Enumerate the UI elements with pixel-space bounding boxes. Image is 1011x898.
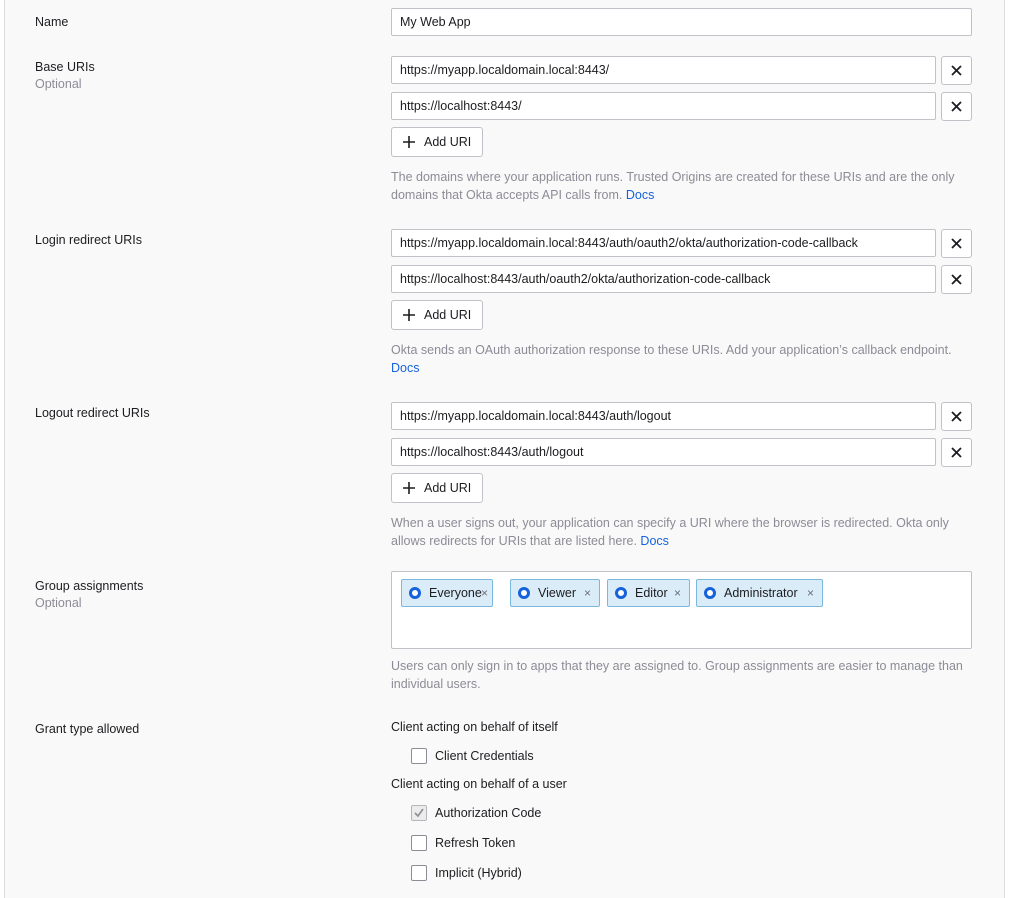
login-redirect-input-2[interactable]: https://localhost:8443/auth/oauth2/okta/…: [391, 265, 936, 293]
base-uris-help: The domains where your application runs.…: [391, 168, 976, 204]
base-uris-help-text: The domains where your application runs.…: [391, 170, 955, 202]
close-icon: [951, 274, 962, 285]
group-ring-icon: [409, 587, 421, 599]
logout-redirect-label: Logout redirect URIs: [35, 406, 150, 420]
group-chip-editor[interactable]: Editor ×: [607, 579, 690, 607]
group-chip-label: Viewer: [538, 586, 576, 600]
authorization-code-label[interactable]: Authorization Code: [435, 806, 541, 820]
group-ring-icon: [615, 587, 627, 599]
close-icon: [951, 411, 962, 422]
add-login-redirect-button[interactable]: Add URI: [391, 300, 483, 330]
grant-group-itself-label: Client acting on behalf of itself: [391, 720, 558, 734]
plus-icon: [403, 136, 415, 148]
add-login-redirect-label: Add URI: [424, 308, 472, 322]
base-uri-input-2[interactable]: https://localhost:8443/: [391, 92, 936, 120]
group-chip-label: Administrator: [724, 586, 798, 600]
remove-logout-redirect-2-button[interactable]: [941, 438, 972, 467]
group-ring-icon: [518, 587, 530, 599]
base-uris-docs-link[interactable]: Docs: [626, 188, 654, 202]
logout-redirect-help-text: When a user signs out, your application …: [391, 516, 949, 548]
grant-type-label: Grant type allowed: [35, 722, 140, 736]
add-logout-redirect-button[interactable]: Add URI: [391, 473, 483, 503]
plus-icon: [403, 309, 415, 321]
refresh-token-checkbox[interactable]: [411, 835, 427, 851]
group-chip-administrator[interactable]: Administrator ×: [696, 579, 823, 607]
group-chip-label: Everyone: [429, 586, 482, 600]
remove-logout-redirect-1-button[interactable]: [941, 402, 972, 431]
group-assignments-optional: Optional: [35, 596, 82, 610]
close-icon[interactable]: ×: [481, 586, 488, 600]
add-base-uri-label: Add URI: [424, 135, 472, 149]
login-redirect-docs-link[interactable]: Docs: [391, 361, 419, 375]
logout-redirect-input-2[interactable]: https://localhost:8443/auth/logout: [391, 438, 936, 466]
client-credentials-label[interactable]: Client Credentials: [435, 749, 534, 763]
base-uris-title: Base URIs: [35, 60, 95, 74]
refresh-token-label[interactable]: Refresh Token: [435, 836, 515, 850]
base-uris-label: Base URIs Optional: [35, 60, 95, 91]
group-chip-label: Editor: [635, 586, 668, 600]
logout-redirect-help: When a user signs out, your application …: [391, 514, 976, 550]
base-uris-optional: Optional: [35, 77, 82, 91]
close-icon: [951, 238, 962, 249]
checkmark-icon: [414, 808, 424, 818]
logout-redirect-docs-link[interactable]: Docs: [640, 534, 668, 548]
implicit-hybrid-checkbox[interactable]: [411, 865, 427, 881]
remove-base-uri-2-button[interactable]: [941, 92, 972, 121]
group-chip-viewer[interactable]: Viewer ×: [510, 579, 600, 607]
login-redirect-input-1[interactable]: https://myapp.localdomain.local:8443/aut…: [391, 229, 936, 257]
group-chip-everyone[interactable]: Everyone ×: [401, 579, 493, 607]
group-ring-icon: [704, 587, 716, 599]
client-credentials-checkbox[interactable]: [411, 748, 427, 764]
plus-icon: [403, 482, 415, 494]
add-base-uri-button[interactable]: Add URI: [391, 127, 483, 157]
name-label: Name: [35, 15, 69, 29]
close-icon: [951, 101, 962, 112]
login-redirect-help-text: Okta sends an OAuth authorization respon…: [391, 343, 952, 357]
name-input[interactable]: My Web App: [391, 8, 972, 36]
add-logout-redirect-label: Add URI: [424, 481, 472, 495]
close-icon[interactable]: ×: [674, 586, 681, 600]
base-uri-input-1[interactable]: https://myapp.localdomain.local:8443/: [391, 56, 936, 84]
login-redirect-help: Okta sends an OAuth authorization respon…: [391, 341, 976, 377]
login-redirect-label: Login redirect URIs: [35, 233, 142, 247]
remove-base-uri-1-button[interactable]: [941, 56, 972, 85]
group-assignments-title: Group assignments: [35, 579, 144, 593]
remove-login-redirect-2-button[interactable]: [941, 265, 972, 294]
group-assignments-input[interactable]: Everyone × Viewer × Editor × Administrat…: [391, 571, 972, 649]
implicit-hybrid-label[interactable]: Implicit (Hybrid): [435, 866, 522, 880]
authorization-code-checkbox[interactable]: [411, 805, 427, 821]
close-icon: [951, 447, 962, 458]
grant-group-user-label: Client acting on behalf of a user: [391, 777, 567, 791]
group-assignments-label: Group assignments Optional: [35, 579, 143, 610]
remove-login-redirect-1-button[interactable]: [941, 229, 972, 258]
group-assignments-help: Users can only sign in to apps that they…: [391, 659, 963, 691]
logout-redirect-input-1[interactable]: https://myapp.localdomain.local:8443/aut…: [391, 402, 936, 430]
close-icon: [951, 65, 962, 76]
close-icon[interactable]: ×: [807, 586, 814, 600]
close-icon[interactable]: ×: [584, 586, 591, 600]
